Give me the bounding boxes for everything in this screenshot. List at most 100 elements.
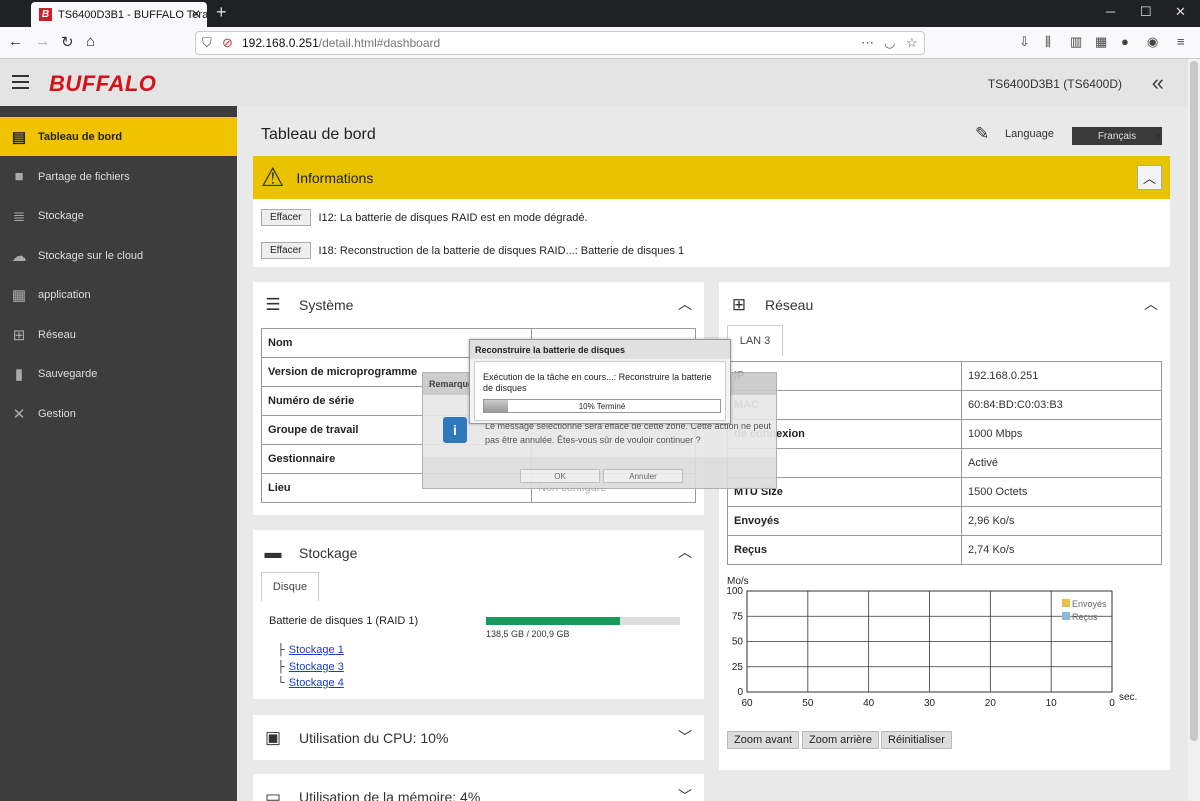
cancel-button[interactable]: Annuler xyxy=(603,469,683,483)
language-select[interactable]: Français xyxy=(1072,127,1162,145)
browser-tab[interactable]: B TS6400D3B1 - BUFFALO TeraSt ✕ xyxy=(31,2,207,27)
window-close-icon[interactable]: ✕ xyxy=(1175,4,1186,20)
sidebar-item-gestion[interactable]: ✕ Gestion xyxy=(0,394,237,433)
scrollbar-thumb[interactable] xyxy=(1190,61,1198,741)
library-icon[interactable]: ⫼ xyxy=(1045,34,1051,50)
storage-card-header: ▬ Stockage ︿ xyxy=(253,530,704,575)
cpu-chip-icon: ▣ xyxy=(264,727,282,747)
menu-icon[interactable]: ≡ xyxy=(1177,34,1185,49)
volume-link[interactable]: Stockage 1 xyxy=(289,644,344,656)
clear-button[interactable]: Effacer xyxy=(261,209,311,226)
table-row: Envoyés 2,96 Ko/s xyxy=(727,506,1162,536)
pocket-icon[interactable]: ◡ xyxy=(884,35,895,51)
sidebar-item-cloud[interactable]: ☁ Stockage sur le cloud xyxy=(0,236,237,275)
memory-card[interactable]: ▭ Utilisation de la mémoire: 4% ﹀ xyxy=(253,774,704,801)
sidebar-item-partage[interactable]: ■ Partage de fichiers xyxy=(0,157,237,196)
sidebar-item-label: Stockage sur le cloud xyxy=(38,249,144,262)
bookmark-star-icon[interactable]: ☆ xyxy=(906,35,918,51)
progress-dialog: Reconstruire la batterie de disques Exéc… xyxy=(469,339,731,424)
storage-card: ▬ Stockage ︿ Disque Batterie de disques … xyxy=(253,530,704,699)
collapse-chevron-icon[interactable]: ︿ xyxy=(1137,165,1162,190)
back-icon[interactable]: ← xyxy=(8,33,23,50)
cpu-card[interactable]: ▣ Utilisation du CPU: 10% ﹀ xyxy=(253,715,704,760)
volume-link[interactable]: Stockage 4 xyxy=(289,677,344,689)
sidebar-item-reseau[interactable]: ⊞ Réseau xyxy=(0,315,237,354)
download-icon[interactable]: ⇩ xyxy=(1019,34,1030,50)
tab-close-icon[interactable]: ✕ xyxy=(191,7,201,21)
network-card: ⊞ Réseau ︿ LAN 3 IP192.168.0.251 MAC60:8… xyxy=(719,282,1170,770)
clear-button[interactable]: Effacer xyxy=(261,242,311,259)
minimize-icon[interactable]: ─ xyxy=(1106,4,1115,19)
browser-tab-bar: B TS6400D3B1 - BUFFALO TeraSt ✕ + ─ ☐ ✕ xyxy=(0,0,1200,27)
table-row: MTU Size 1500 Octets xyxy=(727,477,1162,507)
sidebar-item-stockage[interactable]: ≣ Stockage xyxy=(0,196,237,235)
network-key: Envoyés xyxy=(727,506,962,536)
sidebar-item-label: Tableau de bord xyxy=(38,130,123,143)
page-title: Tableau de bord xyxy=(261,126,376,143)
chart-y-tick-label: 25 xyxy=(732,662,744,673)
forward-icon[interactable]: → xyxy=(35,33,50,50)
chart-svg: 100755025060 50 40 30 20 10 0EnvoyésReçus xyxy=(727,586,1115,709)
volume-row: └ Stockage 4 xyxy=(277,677,344,689)
app-header: BUFFALO TS6400D3B1 (TS6400D) « xyxy=(0,59,1188,106)
hamburger-menu-icon[interactable] xyxy=(12,75,29,89)
memory-card-header: ▭ Utilisation de la mémoire: 4% ﹀ xyxy=(253,774,704,801)
disk-drive-icon: ▬ xyxy=(264,542,282,562)
sidebar-item-label: Stockage xyxy=(38,209,84,222)
insecure-lock-icon[interactable]: ⊘ xyxy=(222,35,233,51)
chevron-down-icon[interactable]: ﹀ xyxy=(678,727,692,747)
chevron-up-icon[interactable]: ︿ xyxy=(1144,294,1158,314)
reload-icon[interactable]: ↻ xyxy=(61,33,74,51)
account-icon[interactable]: ● xyxy=(1121,34,1129,49)
tab-lan3[interactable]: LAN 3 xyxy=(727,325,783,356)
home-icon[interactable]: ⌂ xyxy=(86,33,95,50)
network-value: 60:84:BD:C0:03:B3 xyxy=(961,390,1162,420)
progress-bar: 10% Terminé xyxy=(483,399,721,413)
chart-x-tick-label: 40 xyxy=(863,698,875,709)
sidebar-item-label: Gestion xyxy=(38,407,76,420)
storage-icon: ≣ xyxy=(12,207,26,225)
info-message-row: Effacer I18: Reconstruction de la batter… xyxy=(261,242,684,259)
network-card-header: ⊞ Réseau ︿ xyxy=(719,282,1170,327)
shield-icon[interactable]: ⛉ xyxy=(202,35,212,51)
ok-button[interactable]: OK xyxy=(520,469,600,483)
collapse-panel-icon[interactable]: « xyxy=(1152,70,1164,96)
chart-legend-label: Reçus xyxy=(1072,612,1098,622)
chart-y-tick-label: 100 xyxy=(727,586,743,597)
extension-icon[interactable]: ▦ xyxy=(1095,34,1107,50)
table-row: MAC60:84:BD:C0:03:B3 xyxy=(727,390,1162,420)
new-tab-icon[interactable]: + xyxy=(216,2,227,23)
sidebar-toggle-icon[interactable]: ▥ xyxy=(1070,34,1082,50)
more-actions-icon[interactable]: ⋯ xyxy=(861,35,874,51)
apps-grid-icon: ▦ xyxy=(11,286,27,304)
info-icon: i xyxy=(443,417,467,443)
warning-icon: ⚠ xyxy=(261,162,285,192)
extension-badge-icon[interactable]: ◉ xyxy=(1147,34,1158,50)
tab-title: TS6400D3B1 - BUFFALO TeraSt xyxy=(58,8,207,21)
sidebar-item-tableau-de-bord[interactable]: ▤ Tableau de bord xyxy=(0,117,237,156)
chart-x-tick-label: 0 xyxy=(1109,698,1115,709)
sidebar-item-sauvegarde[interactable]: ▮ Sauvegarde xyxy=(0,354,237,393)
chevron-up-icon[interactable]: ︿ xyxy=(678,542,692,562)
network-value: 2,96 Ko/s xyxy=(961,506,1162,536)
url-bar[interactable]: ⛉ ⊘ 192.168.0.251/detail.html#dashboard … xyxy=(195,31,925,55)
chart-y-tick-label: 50 xyxy=(732,637,744,648)
volume-link[interactable]: Stockage 3 xyxy=(289,661,344,673)
reset-button[interactable]: Réinitialiser xyxy=(881,731,952,749)
sidebar-item-label: Réseau xyxy=(38,328,76,341)
chevron-up-icon[interactable]: ︿ xyxy=(678,294,692,314)
page-scrollbar[interactable] xyxy=(1188,59,1200,801)
chart-legend-swatch xyxy=(1062,612,1070,620)
table-row: IP192.168.0.251 xyxy=(727,361,1162,391)
chevron-down-icon[interactable]: ﹀ xyxy=(678,786,692,801)
chevron-down-icon[interactable]: ▼ xyxy=(1154,131,1163,141)
dashboard-icon: ▤ xyxy=(11,128,27,146)
network-value: 1000 Mbps xyxy=(961,419,1162,449)
tab-disque[interactable]: Disque xyxy=(261,572,319,601)
zoom-in-button[interactable]: Zoom avant xyxy=(727,731,800,749)
system-title: Système xyxy=(299,296,354,313)
tree-prefix: ├ xyxy=(277,644,285,656)
zoom-out-button[interactable]: Zoom arrière xyxy=(802,731,879,749)
sidebar-item-application[interactable]: ▦ application xyxy=(0,275,237,314)
maximize-icon[interactable]: ☐ xyxy=(1140,4,1152,20)
